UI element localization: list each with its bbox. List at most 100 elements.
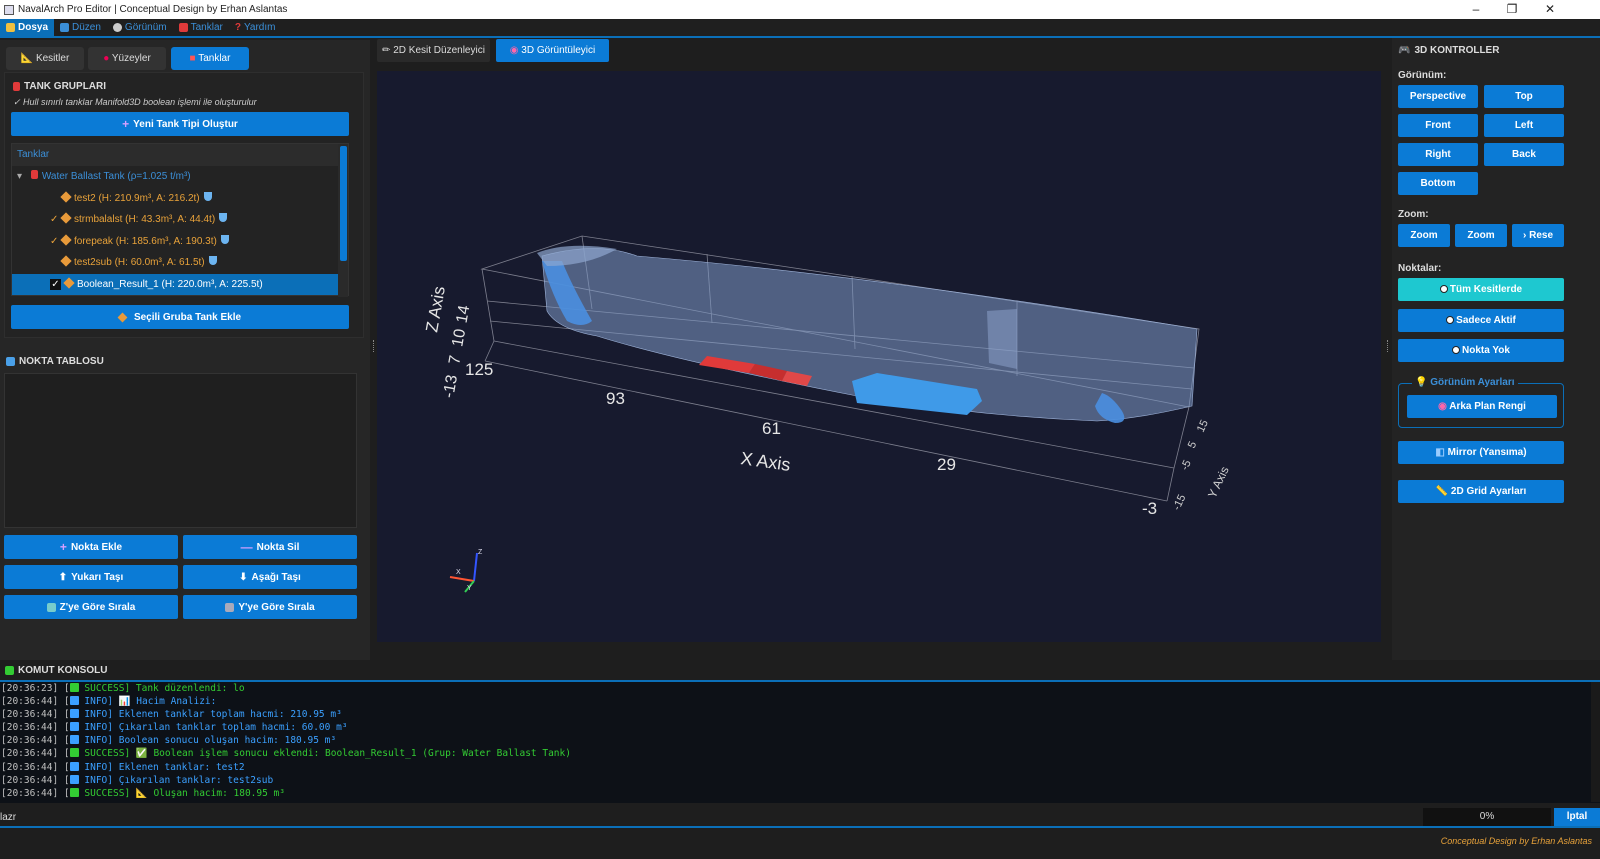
- console-line: [20:36:44] [ INFO] Çıkarılan tanklar top…: [1, 722, 348, 734]
- console-line: [20:36:44] [ INFO] Eklenen tanklar: test…: [1, 761, 245, 773]
- item-checkbox[interactable]: ✓: [50, 278, 61, 290]
- x-tick: 93: [606, 389, 625, 408]
- arrow-down-icon: ⬇: [239, 571, 248, 583]
- info-icon: [69, 735, 79, 745]
- add-tank-to-group-button[interactable]: Seçili Gruba Tank Ekle: [11, 305, 349, 329]
- add-point-button[interactable]: + Nokta Ekle: [4, 535, 178, 559]
- console-timestamp: [20:36:44]: [1, 787, 59, 799]
- tree-group-water-ballast[interactable]: ▾ Water Ballast Tank (ρ=1.025 t/m³): [12, 166, 348, 188]
- console-line: [20:36:44] [ INFO] Çıkarılan tanklar: te…: [1, 774, 274, 786]
- chart-icon: [46, 602, 56, 612]
- arrow-up-icon: ⬆: [58, 571, 68, 583]
- cube-icon: [117, 312, 128, 322]
- view-settings-title: 💡 Görünüm Ayarları: [1412, 377, 1518, 388]
- item-checkbox[interactable]: ✓: [50, 231, 62, 253]
- view-back-button[interactable]: Back: [1484, 143, 1564, 166]
- tree-item-test2[interactable]: test2 (H: 210.9m³, A: 216.2t): [12, 188, 348, 210]
- tab-tanklar[interactable]: ■ Tanklar: [171, 47, 249, 70]
- menu-gorunum[interactable]: Görünüm: [107, 19, 173, 36]
- tab-yuzeyler[interactable]: ● Yüzeyler: [88, 47, 166, 70]
- points-all-sections-button[interactable]: Tüm Kesitlerde: [1398, 278, 1564, 301]
- view3d-icon: ◉: [509, 45, 519, 56]
- view-top-button[interactable]: Top: [1484, 85, 1564, 108]
- background-color-button[interactable]: ◉ Arka Plan Rengi: [1407, 395, 1557, 418]
- menu-dosya[interactable]: Dosya: [0, 19, 55, 36]
- splitter-handle-right[interactable]: [1387, 340, 1389, 352]
- console-scrollbar[interactable]: [1591, 682, 1600, 802]
- point-table[interactable]: [4, 373, 357, 528]
- y-tick: 15: [1195, 418, 1211, 434]
- menu-tanklar[interactable]: Tanklar: [173, 19, 229, 36]
- pencil-icon: ✏: [382, 45, 391, 56]
- z-tick: 10: [449, 327, 469, 348]
- console-line: [20:36:44] [ SUCCESS] 📐 Oluşan hacim: 18…: [1, 787, 285, 799]
- sort-by-z-button[interactable]: Z'ye Göre Sırala: [4, 595, 178, 619]
- zoom-out-button[interactable]: Zoom: [1455, 224, 1507, 247]
- maximize-button[interactable]: ❐: [1494, 0, 1530, 19]
- mirror-icon: ◧: [1435, 447, 1445, 458]
- shield-icon: [219, 213, 228, 222]
- sort-by-y-button[interactable]: Y'ye Göre Sırala: [183, 595, 357, 619]
- x-tick: -3: [1142, 499, 1157, 518]
- edit-icon: [60, 23, 70, 32]
- tree-item-strmbalalst[interactable]: ✓ strmbalalst (H: 43.3m³, A: 44.4t): [12, 209, 348, 231]
- ruler-icon: 📏: [1435, 486, 1449, 497]
- tank-icon: [178, 23, 188, 32]
- move-up-button[interactable]: ⬆ Yukarı Taşı: [4, 565, 178, 589]
- tree-item-boolean-result-1[interactable]: ✓ Boolean_Result_1 (H: 220.0m³, A: 225.5t…: [12, 273, 340, 295]
- tab-3d-viewer[interactable]: ◉ 3D Görüntüleyici: [496, 39, 609, 62]
- 3d-controls-title: 🎮 3D KONTROLLER: [1398, 45, 1500, 56]
- 3d-viewport[interactable]: 125 93 61 29 -3 X Axis -13 7 10 14 Z Axi…: [377, 71, 1381, 642]
- console-message: Çıkarılan tanklar: test2sub: [118, 774, 274, 786]
- delete-point-button[interactable]: — Nokta Sil: [183, 535, 357, 559]
- view-front-button[interactable]: Front: [1398, 114, 1478, 137]
- info-icon: [69, 722, 79, 732]
- menu-duzen[interactable]: Düzen: [54, 19, 107, 36]
- y-tick: -15: [1171, 493, 1189, 512]
- minimize-button[interactable]: –: [1458, 0, 1494, 19]
- mirror-button[interactable]: ◧ Mirror (Yansıma): [1398, 441, 1564, 464]
- grid-settings-button[interactable]: 📏 2D Grid Ayarları: [1398, 480, 1564, 503]
- console-timestamp: [20:36:44]: [1, 774, 59, 786]
- item-checkbox[interactable]: ✓: [50, 209, 62, 231]
- cancel-button[interactable]: lptal: [1554, 808, 1600, 826]
- console-type: INFO: [84, 722, 108, 734]
- move-down-button[interactable]: ⬇ Aşağı Taşı: [183, 565, 357, 589]
- view-label: Görünüm:: [1398, 70, 1447, 81]
- view-left-button[interactable]: Left: [1484, 114, 1564, 137]
- points-none-button[interactable]: Nokta Yok: [1398, 339, 1564, 362]
- tank-tree[interactable]: Tanklar ▾ Water Ballast Tank (ρ=1.025 t/…: [11, 143, 349, 297]
- tab-kesitler[interactable]: 📐 Kesitler: [6, 47, 84, 70]
- new-tank-type-button[interactable]: + Yeni Tank Tipi Oluştur: [11, 112, 349, 136]
- console-line: [20:36:23] [ SUCCESS] Tank düzenlendi: l…: [1, 683, 245, 694]
- view-right-button[interactable]: Right: [1398, 143, 1478, 166]
- splitter-handle-left[interactable]: [373, 340, 375, 352]
- tree-scrollbar[interactable]: [338, 144, 348, 297]
- left-panel: 📐 Kesitler ● Yüzeyler ■ Tanklar TANK GRU…: [0, 40, 370, 660]
- tank-icon: [13, 82, 20, 91]
- scrollbar-thumb[interactable]: [340, 146, 347, 261]
- zoom-in-button[interactable]: Zoom: [1398, 224, 1450, 247]
- collapse-icon: ▾: [17, 171, 23, 182]
- menu-yardim[interactable]: ? Yardım: [229, 19, 282, 36]
- footer: Conceptual Design by Erhan Aslantas: [0, 830, 1600, 859]
- radio-icon: [1452, 346, 1460, 354]
- progress-text: 0%: [1479, 811, 1495, 822]
- console-line: [20:36:44] [ INFO] Boolean sonucu oluşan…: [1, 735, 337, 747]
- radio-icon: [1446, 316, 1455, 324]
- shield-icon: [203, 191, 212, 201]
- app-icon: [4, 4, 14, 15]
- view-perspective-button[interactable]: Perspective: [1398, 85, 1478, 108]
- plus-icon: +: [59, 540, 67, 554]
- shield-icon: [220, 234, 229, 244]
- zoom-reset-button[interactable]: › Rese: [1512, 224, 1564, 247]
- tree-item-test2sub[interactable]: test2sub (H: 60.0m³, A: 61.5t): [12, 252, 348, 274]
- console-line: [20:36:44] [ SUCCESS] ✅ Boolean işlem so…: [1, 748, 571, 760]
- tree-item-forepeak[interactable]: ✓ forepeak (H: 185.6m³, A: 190.3t): [12, 231, 348, 253]
- tab-2d-section-editor[interactable]: ✏ 2D Kesit Düzenleyici: [377, 39, 490, 62]
- 3d-scene[interactable]: 125 93 61 29 -3 X Axis -13 7 10 14 Z Axi…: [377, 71, 1381, 642]
- points-active-only-button[interactable]: Sadece Aktif: [1398, 309, 1564, 332]
- command-console[interactable]: [20:36:23] [ SUCCESS] Tank düzenlendi: l…: [0, 680, 1600, 803]
- close-button[interactable]: ✕: [1532, 0, 1568, 19]
- view-bottom-button[interactable]: Bottom: [1398, 172, 1478, 195]
